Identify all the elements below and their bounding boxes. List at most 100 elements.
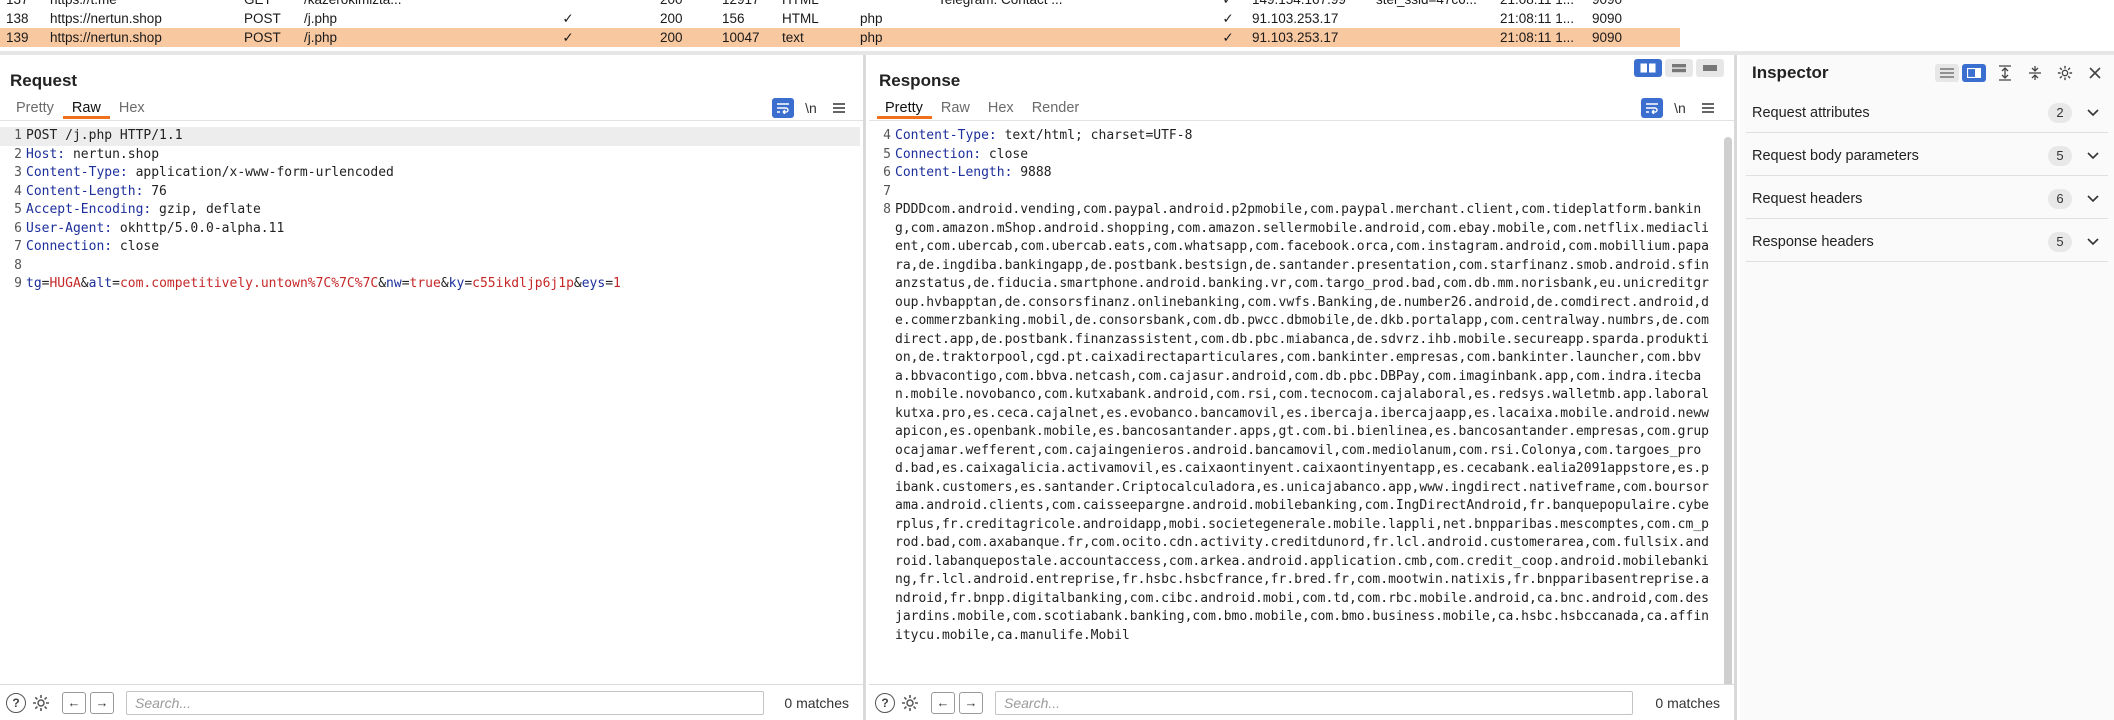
tab-hex[interactable]: Hex	[979, 97, 1023, 119]
param-value: c55ikdljp6j1p	[472, 276, 574, 291]
request-line-text: POST /j.php HTTP/1.1	[26, 128, 183, 143]
help-icon[interactable]: ?	[6, 692, 26, 713]
tab-render[interactable]: Render	[1023, 97, 1089, 119]
request-editor[interactable]: 1 POST /j.php HTTP/1.1 2 Host: nertun.sh…	[0, 127, 860, 720]
response-body-text: PDDDcom.android.vending,com.paypal.andro…	[895, 202, 1709, 643]
forward-arrow-icon[interactable]: →	[90, 691, 114, 714]
collapse-all-icon[interactable]	[2024, 63, 2046, 83]
row-number: 138	[6, 11, 29, 26]
param-value: 1	[613, 276, 621, 291]
tab-pretty[interactable]: Pretty	[8, 97, 63, 119]
request-panel: Request Pretty Raw Hex \n 1 POST /j.php …	[0, 55, 866, 720]
gear-icon[interactable]	[899, 692, 921, 714]
response-panel: Response Pretty Raw Hex Render \n 4 Cont…	[869, 55, 1737, 720]
header-name: Content-Length:	[26, 183, 144, 199]
row-number: 137	[6, 0, 42, 9]
row-port: 9090	[1592, 11, 1623, 26]
row-ip: 91.103.253.17	[1252, 30, 1339, 45]
row-tls-check: ✓	[1222, 30, 1234, 45]
header-name: Content-Type:	[895, 128, 997, 143]
response-scrollbar[interactable]	[1724, 137, 1732, 697]
history-row-137[interactable]: 137 https://t.me GET /kazerokimizta... 2…	[0, 0, 1680, 9]
tab-raw[interactable]: Raw	[932, 97, 979, 119]
request-line: 1 POST /j.php HTTP/1.1	[0, 127, 860, 146]
wrap-lines-icon[interactable]	[1641, 98, 1663, 118]
response-editor[interactable]: 4 Content-Type: text/html; charset=UTF-8…	[869, 127, 1725, 720]
request-search-input[interactable]	[126, 690, 764, 715]
newline-toggle-icon[interactable]: \n	[1669, 98, 1691, 118]
body-params: tg=HUGA&alt=com.competitively.untown%7C%…	[26, 276, 621, 291]
history-row-138[interactable]: 138 https://nertun.shop POST /j.php ✓ 20…	[0, 9, 1680, 28]
tabbed-layout-icon[interactable]	[1696, 59, 1724, 77]
header-line: 4 Content-Length: 76	[0, 183, 860, 202]
row-length: 156	[722, 11, 745, 26]
response-match-count: 0 matches	[1655, 694, 1720, 711]
chevron-down-icon[interactable]	[2086, 106, 2100, 120]
request-tabs: Pretty Raw Hex	[8, 97, 154, 119]
row-port: 9090	[1592, 0, 1652, 9]
gear-icon[interactable]	[30, 692, 52, 714]
section-count-badge: 5	[2048, 231, 2072, 252]
header-value: 9888	[1012, 165, 1052, 180]
line-number: 3	[14, 165, 22, 180]
stacked-layout-icon[interactable]	[1665, 59, 1693, 77]
line-number: 4	[883, 128, 891, 143]
gear-icon[interactable]	[2054, 63, 2076, 83]
row-status: 200	[660, 11, 683, 26]
header-line: 4 Content-Type: text/html; charset=UTF-8	[869, 127, 1725, 146]
forward-arrow-icon[interactable]: →	[959, 691, 983, 714]
inspector-section-request-headers[interactable]: Request headers 6	[1746, 179, 2108, 219]
row-extension: php	[860, 11, 883, 26]
chevron-down-icon[interactable]	[2086, 149, 2100, 163]
chevron-down-icon[interactable]	[2086, 235, 2100, 249]
tab-pretty[interactable]: Pretty	[877, 97, 932, 119]
line-number: 7	[14, 239, 22, 254]
chevron-down-icon[interactable]	[2086, 192, 2100, 206]
header-line: 2 Host: nertun.shop	[0, 146, 860, 165]
close-icon[interactable]	[2084, 63, 2106, 83]
inspector-section-request-body-parameters[interactable]: Request body parameters 5	[1746, 136, 2108, 176]
row-time: 21:08:11 1...	[1500, 11, 1575, 26]
header-value: text/html; charset=UTF-8	[996, 128, 1193, 143]
response-search-input[interactable]	[995, 690, 1633, 715]
header-value: nertun.shop	[65, 146, 160, 162]
wrap-lines-icon[interactable]	[772, 98, 794, 118]
inspector-section-request-attributes[interactable]: Request attributes 2	[1746, 93, 2108, 133]
row-ip: 91.103.253.17	[1252, 11, 1339, 26]
row-params-check: ✓	[562, 11, 574, 26]
panel-view-icon[interactable]	[1962, 64, 1986, 82]
blank-line: 7	[869, 183, 1725, 202]
header-name: Host:	[26, 146, 66, 162]
header-value: 76	[143, 183, 167, 199]
side-by-side-layout-icon[interactable]	[1634, 59, 1662, 77]
help-icon[interactable]: ?	[875, 692, 895, 713]
hamburger-menu-icon[interactable]	[828, 98, 850, 118]
param-name: alt	[88, 276, 113, 291]
row-mime: text	[782, 30, 804, 45]
tab-hex[interactable]: Hex	[110, 97, 154, 119]
section-count-badge: 5	[2048, 145, 2072, 166]
row-length: 10047	[722, 30, 760, 45]
history-blank-area	[1680, 0, 2114, 50]
hamburger-menu-icon[interactable]	[1697, 98, 1719, 118]
expand-all-icon[interactable]	[1994, 63, 2016, 83]
header-value: okhttp/5.0.0-alpha.11	[112, 220, 285, 236]
response-tabs-divider	[869, 120, 1734, 121]
header-name: Content-Type:	[26, 165, 128, 180]
tab-raw[interactable]: Raw	[62, 97, 110, 119]
row-mime: HTML	[782, 0, 852, 9]
history-row-139-selected[interactable]: 139 https://nertun.shop POST /j.php ✓ 20…	[0, 28, 1680, 47]
response-tabs: Pretty Raw Hex Render	[877, 97, 1088, 119]
back-arrow-icon[interactable]: ←	[62, 691, 86, 714]
back-arrow-icon[interactable]: ←	[931, 691, 955, 714]
header-line: 6 User-Agent: okhttp/5.0.0-alpha.11	[0, 220, 860, 239]
param-name: eys	[581, 276, 606, 291]
inspector-section-response-headers[interactable]: Response headers 5	[1746, 222, 2108, 262]
list-view-icon[interactable]	[1935, 64, 1959, 82]
line-number: 5	[14, 202, 22, 217]
line-number: 6	[883, 165, 891, 180]
newline-toggle-icon[interactable]: \n	[800, 98, 822, 118]
param-name: ky	[448, 276, 465, 291]
line-number: 1	[14, 128, 22, 143]
row-number: 139	[6, 30, 29, 45]
